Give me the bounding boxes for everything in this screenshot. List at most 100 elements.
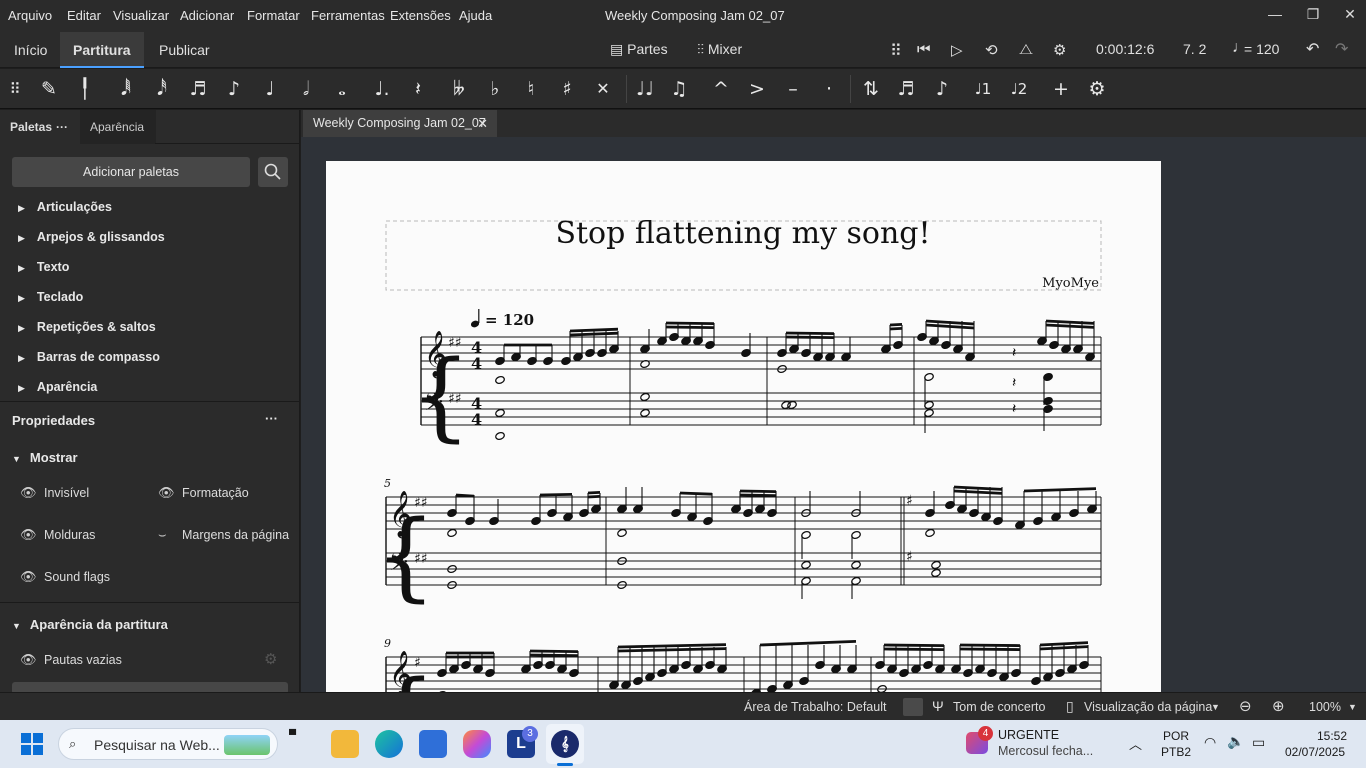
- document-tab[interactable]: Weekly Composing Jam 02_07 ✕: [303, 110, 497, 137]
- wifi-icon[interactable]: ◠: [1204, 734, 1216, 751]
- flip-direction-icon[interactable]: ⇅: [858, 77, 884, 101]
- windows-start-icon[interactable]: [21, 733, 43, 755]
- menu-visualizar[interactable]: Visualizar: [113, 8, 169, 23]
- whole-note-icon[interactable]: 𝅝: [329, 77, 355, 101]
- score-title[interactable]: Stop flattening my song!: [555, 216, 930, 251]
- double-sharp-icon[interactable]: ✕: [590, 77, 616, 101]
- note[interactable]: [925, 528, 935, 538]
- file-explorer-icon[interactable]: [331, 730, 359, 758]
- toggle-pautas-vazias[interactable]: 👁 Pautas vazias: [20, 652, 122, 668]
- half-note-icon[interactable]: 𝅗𝅥: [293, 77, 319, 101]
- notes-system-2[interactable]: [447, 485, 1097, 599]
- 16th-note-icon[interactable]: ♬: [185, 77, 211, 101]
- redo-icon[interactable]: ↷: [1335, 39, 1348, 59]
- score-page[interactable]: Stop flattening my song! MyoMye = 120 {…: [326, 161, 1161, 692]
- play-icon[interactable]: ▷: [951, 41, 963, 59]
- store-icon[interactable]: [419, 730, 447, 758]
- concert-pitch-toggle[interactable]: [903, 698, 923, 716]
- tab-partitura[interactable]: Partitura: [60, 32, 144, 68]
- concert-pitch-label[interactable]: Tom de concerto: [953, 700, 1045, 714]
- toggle-sound-flags[interactable]: 👁 Sound flags: [20, 569, 110, 585]
- treble-clef-icon[interactable]: 𝄞: [389, 491, 413, 539]
- rewind-icon[interactable]: ⏮: [917, 41, 931, 58]
- key-signature[interactable]: ♯: [414, 655, 421, 671]
- double-flat-icon[interactable]: 𝄫: [446, 77, 472, 101]
- panel-button-partial[interactable]: [12, 682, 288, 692]
- key-signature[interactable]: ♯♯: [448, 335, 462, 351]
- mixer-button[interactable]: ⫶⫶ Mixer: [697, 41, 742, 58]
- score-appearance-section[interactable]: ▼ Aparência da partitura: [12, 617, 168, 632]
- 64th-note-icon[interactable]: 𝅘𝅥𝅱: [113, 77, 139, 101]
- key-signature[interactable]: ♯♯: [448, 391, 462, 407]
- menu-ajuda[interactable]: Ajuda: [459, 8, 492, 23]
- add-palettes-button[interactable]: Adicionar paletas: [12, 157, 250, 187]
- volume-icon[interactable]: 🔈: [1227, 733, 1244, 750]
- news-title[interactable]: URGENTE: [998, 728, 1059, 742]
- voice-icon[interactable]: ♪: [929, 77, 955, 101]
- battery-icon[interactable]: ▭: [1252, 734, 1265, 751]
- key-signature[interactable]: ♯♯: [414, 551, 428, 567]
- key-change[interactable]: ♯: [906, 549, 913, 565]
- notes-system-3[interactable]: [437, 640, 1089, 692]
- dotted-note-icon[interactable]: ♩.: [369, 77, 395, 101]
- drag-handle-icon[interactable]: ⠿: [890, 41, 902, 61]
- palettes-more-icon[interactable]: ···: [56, 110, 68, 144]
- note[interactable]: [931, 560, 941, 570]
- voice-2-icon[interactable]: ♩2: [1006, 77, 1032, 101]
- toggle-margens[interactable]: ⌣ Margens da página: [158, 527, 289, 543]
- zoom-level[interactable]: 100%: [1309, 700, 1341, 714]
- note[interactable]: [801, 560, 811, 570]
- note[interactable]: [640, 408, 650, 418]
- zoom-dropdown-icon[interactable]: ▼: [1348, 702, 1357, 712]
- menu-arquivo[interactable]: Arquivo: [8, 8, 52, 23]
- copilot-icon[interactable]: [463, 730, 491, 758]
- keyboard-layout[interactable]: PTB2: [1161, 745, 1191, 759]
- view-mode-selector[interactable]: Visualização da página: [1084, 700, 1212, 714]
- note[interactable]: [617, 528, 627, 538]
- taskbar-search[interactable]: ⌕ Pesquisar na Web...: [58, 728, 278, 760]
- edge-icon[interactable]: [375, 730, 403, 758]
- metronome-icon[interactable]: ⧍: [1019, 41, 1033, 58]
- tenuto-icon[interactable]: –: [780, 77, 806, 101]
- palette-texto[interactable]: ▶ Texto: [18, 260, 69, 274]
- settings-icon[interactable]: ⚙: [264, 650, 277, 668]
- bass-clef-icon[interactable]: 𝄢: [389, 548, 408, 583]
- score-canvas[interactable]: Stop flattening my song! MyoMye = 120 {…: [301, 137, 1366, 692]
- note[interactable]: [495, 431, 505, 441]
- add-icon[interactable]: +: [1048, 77, 1074, 101]
- clock-time[interactable]: 15:52: [1317, 729, 1347, 743]
- voice-1-icon[interactable]: ♩1: [970, 77, 996, 101]
- close-icon[interactable]: ✕: [1340, 6, 1360, 26]
- key-signature[interactable]: ♯♯: [414, 495, 428, 511]
- note-input-mode-icon[interactable]: ╿: [72, 77, 98, 101]
- toggle-formatacao[interactable]: 👁 Formatação: [158, 485, 249, 501]
- time-sig-bottom[interactable]: 4: [471, 354, 482, 373]
- key-change[interactable]: ♯: [906, 493, 913, 509]
- menu-formatar[interactable]: Formatar: [247, 8, 300, 23]
- news-subtitle[interactable]: Mercosul fecha...: [998, 744, 1093, 758]
- slur-icon[interactable]: ♫: [666, 77, 692, 101]
- pencil-icon[interactable]: ✎: [36, 77, 62, 101]
- eighth-note-icon[interactable]: ♪: [221, 77, 247, 101]
- tray-chevron-icon[interactable]: ︿: [1129, 734, 1142, 753]
- tie-icon[interactable]: ♩♩: [632, 77, 658, 101]
- musescore-icon[interactable]: 𝄞: [551, 730, 579, 758]
- loop-icon[interactable]: ⟲: [985, 41, 998, 59]
- workspace-selector[interactable]: Área de Trabalho: Default: [744, 700, 886, 714]
- note[interactable]: [447, 528, 457, 538]
- tab-inicio[interactable]: Início: [1, 32, 60, 68]
- staccato-icon[interactable]: ·: [816, 77, 842, 101]
- palette-articulacoes[interactable]: ▶ Articulações: [18, 200, 112, 214]
- bass-clef-icon[interactable]: 𝄢: [424, 388, 443, 423]
- tuplet-icon[interactable]: ♬: [893, 77, 919, 101]
- quarter-note-tool-icon[interactable]: ♩: [257, 77, 283, 101]
- rest-icon[interactable]: 𝄽: [405, 77, 431, 101]
- close-tab-icon[interactable]: ✕: [477, 110, 488, 137]
- note[interactable]: [851, 560, 861, 570]
- 32nd-note-icon[interactable]: 𝅘𝅥𝅰: [149, 77, 175, 101]
- toggle-invisivel[interactable]: 👁 Invisível: [20, 485, 89, 501]
- note[interactable]: [495, 408, 505, 418]
- parts-button[interactable]: ▤ Partes: [610, 41, 668, 58]
- menu-adicionar[interactable]: Adicionar: [180, 8, 234, 23]
- marcato-icon[interactable]: ^: [708, 77, 734, 101]
